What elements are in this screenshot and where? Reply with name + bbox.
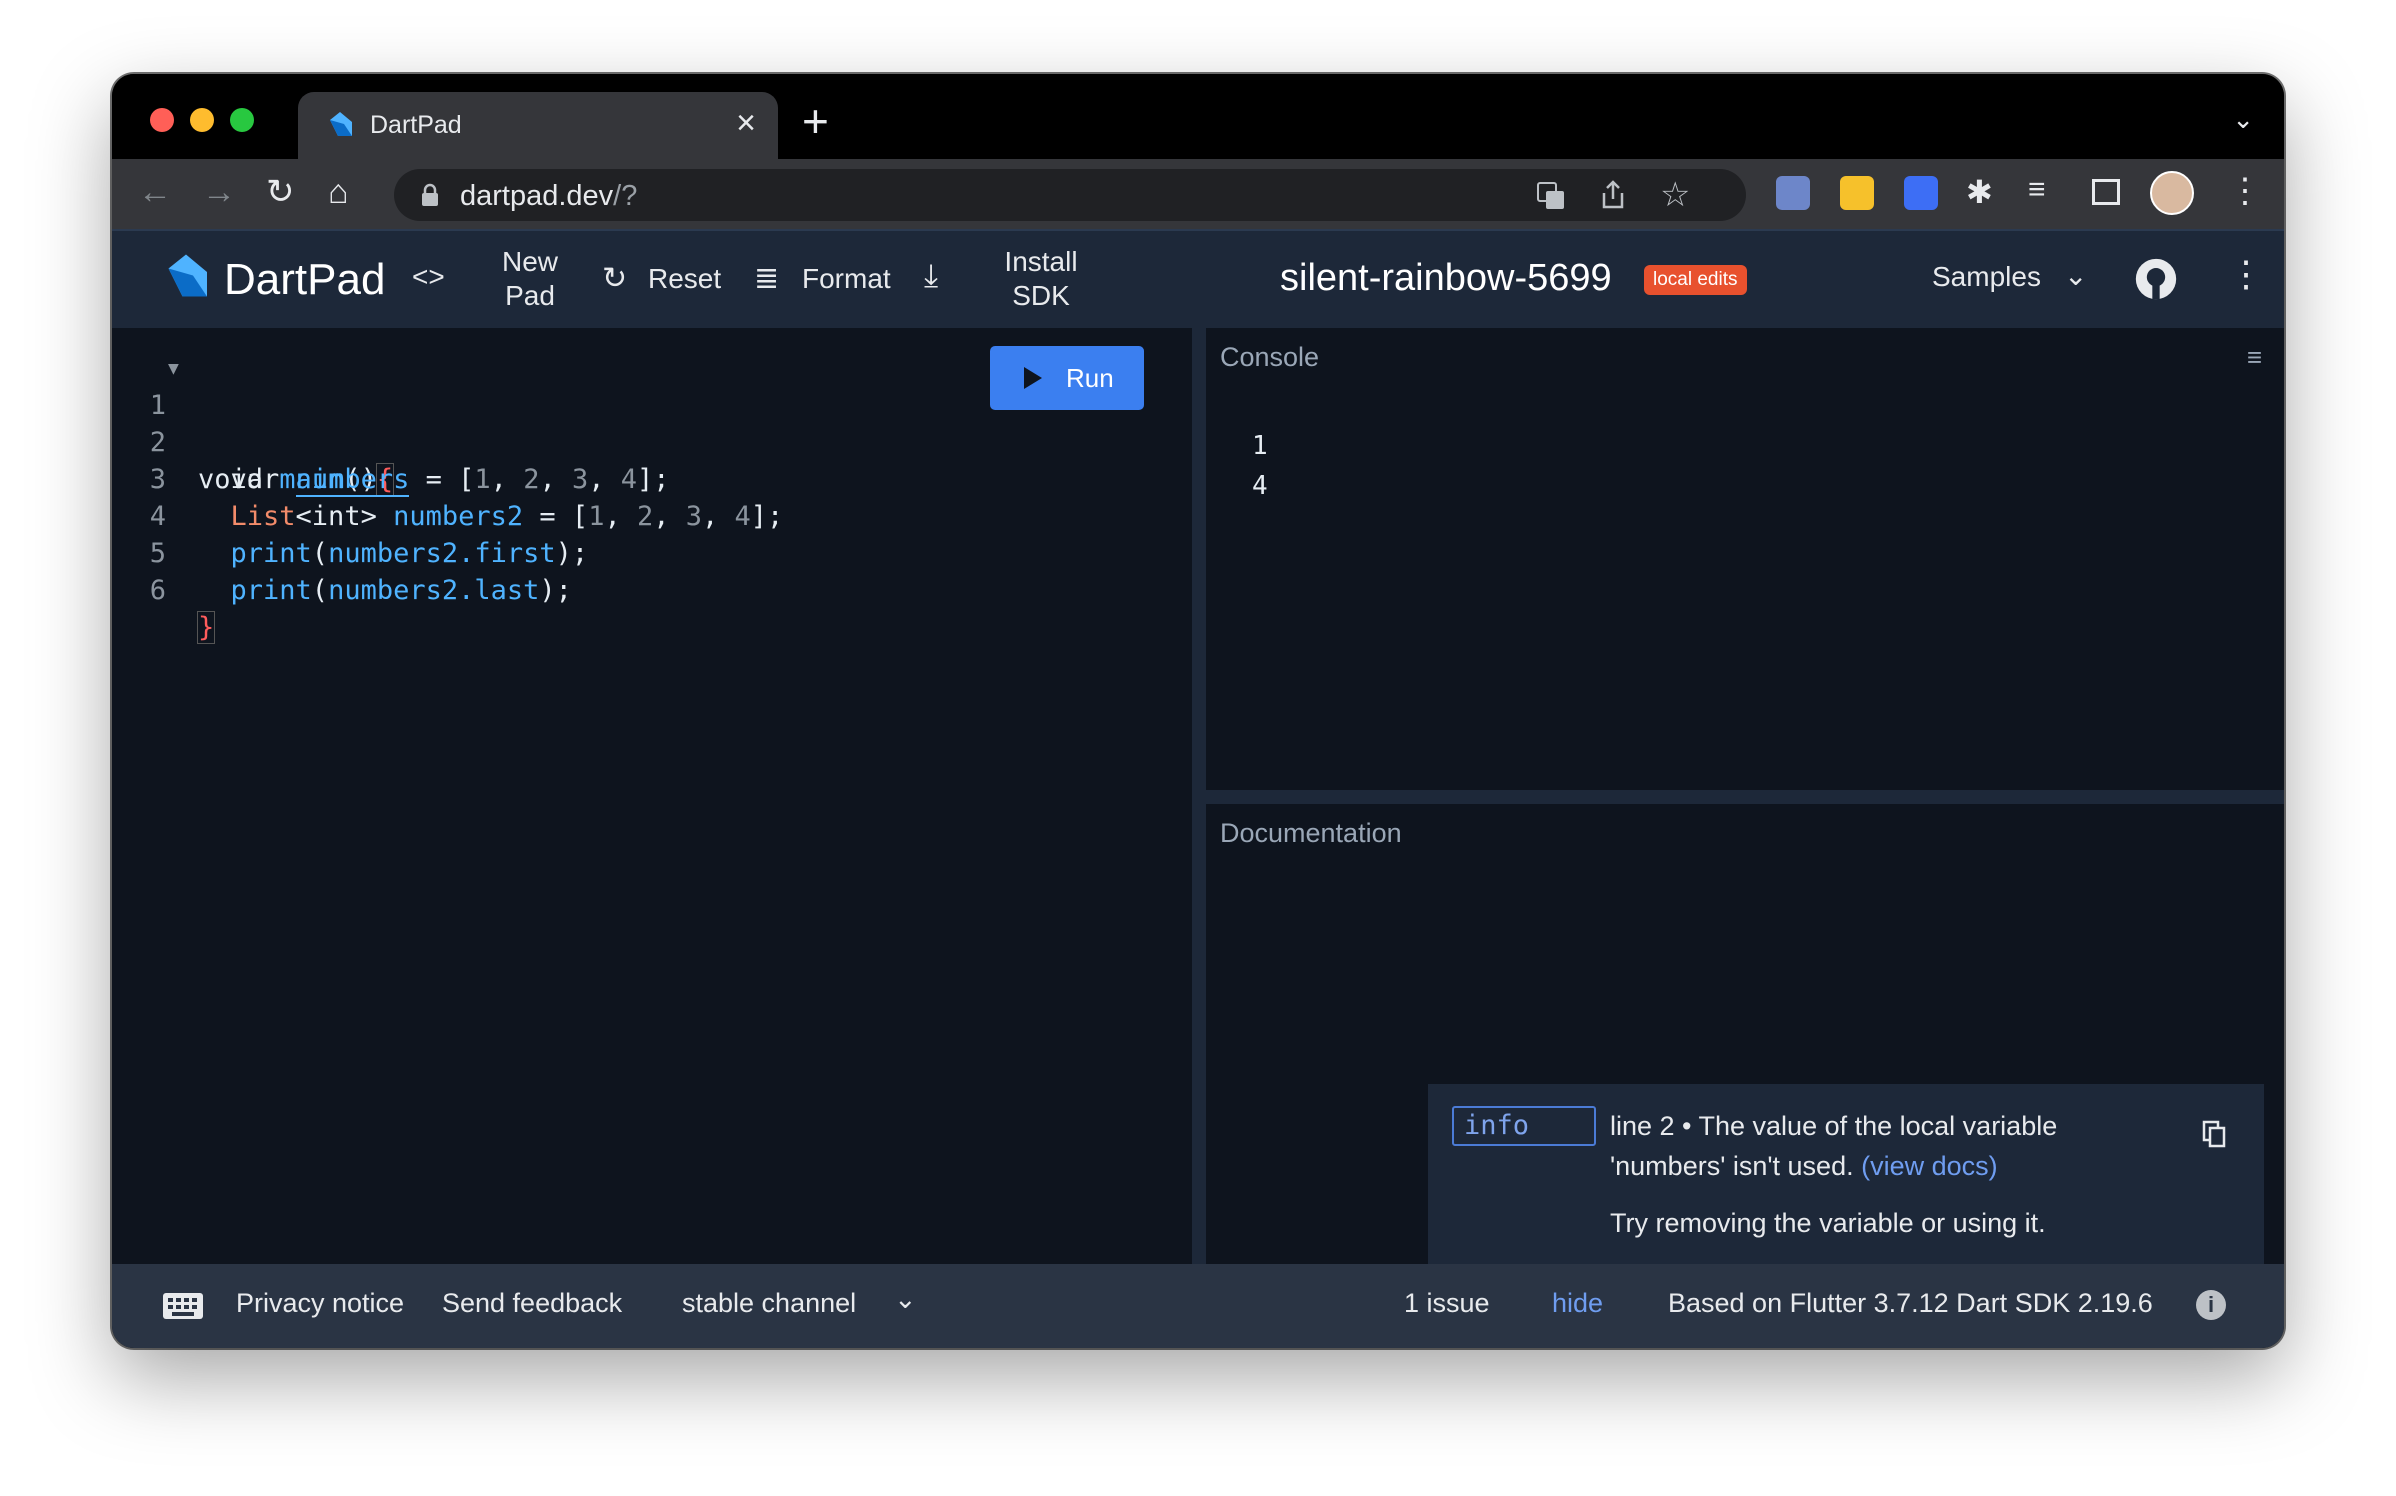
- status-bar: Privacy notice Send feedback stable chan…: [112, 1264, 2284, 1348]
- back-icon[interactable]: ←: [138, 172, 172, 212]
- install-sdk-button[interactable]: Install SDK: [986, 245, 1096, 313]
- info-icon[interactable]: i: [2196, 1290, 2226, 1320]
- reload-icon[interactable]: ↻: [266, 172, 295, 212]
- browser-menu-icon[interactable]: ⋮: [2228, 171, 2262, 211]
- sdk-version: Based on Flutter 3.7.12 Dart SDK 2.19.6: [1668, 1288, 2153, 1318]
- reading-list-icon[interactable]: ≡: [2028, 173, 2046, 207]
- console-panel: Console ≡ 1 4: [1206, 328, 2284, 790]
- github-icon[interactable]: [2134, 257, 2178, 301]
- side-panel-icon[interactable]: [2092, 179, 2120, 205]
- browser-window: DartPad × + ⌄ ← → ↻ ⌂ dartpad.dev/? ☆ ✱ …: [112, 74, 2284, 1348]
- copy-icon[interactable]: [2202, 1120, 2226, 1148]
- extension-keep-icon[interactable]: [1840, 176, 1874, 210]
- fold-arrow-icon[interactable]: ▼: [168, 350, 179, 387]
- code-line: 5 print(numbers2.last);: [149, 538, 572, 606]
- console-line: 1: [1252, 431, 1268, 461]
- issue-count[interactable]: 1 issue: [1404, 1288, 1490, 1319]
- issue-hint: Try removing the variable or using it.: [1610, 1208, 2046, 1238]
- reset-button[interactable]: ↻ Reset: [602, 261, 721, 296]
- app-menu-icon[interactable]: ⋮: [2228, 253, 2264, 295]
- translate-icon[interactable]: [1536, 181, 1566, 211]
- reset-icon: ↻: [602, 262, 628, 295]
- horizontal-splitter[interactable]: [1206, 790, 2284, 804]
- documentation-title: Documentation: [1220, 818, 1402, 848]
- privacy-notice-link[interactable]: Privacy notice: [236, 1288, 404, 1319]
- code-line: 1 ▼ void main(){: [112, 350, 395, 496]
- tab-title: DartPad: [370, 111, 462, 139]
- vertical-splitter[interactable]: [1192, 328, 1206, 1264]
- download-icon[interactable]: ⤓: [924, 257, 938, 295]
- dart-logo-icon: [168, 254, 207, 297]
- samples-dropdown[interactable]: Samples ⌄: [1932, 260, 2087, 293]
- chevron-down-icon: ⌄: [2064, 260, 2088, 291]
- lock-icon: [422, 183, 438, 206]
- dart-favicon-icon: [330, 112, 352, 136]
- app-name: DartPad: [224, 255, 386, 304]
- code-editor[interactable]: 1 ▼ void main(){ 2 var numbers = [1, 2, …: [112, 328, 1192, 1264]
- forward-icon[interactable]: →: [202, 172, 236, 212]
- tab-strip: DartPad × + ⌄: [112, 74, 2284, 159]
- maximize-window-button[interactable]: [230, 108, 254, 132]
- new-pad-button[interactable]: New Pad: [490, 245, 570, 313]
- console-output: 1 4: [1252, 426, 1268, 506]
- code-line: 2 var numbers = [1, 2, 3, 4];: [149, 427, 670, 497]
- send-feedback-link[interactable]: Send feedback: [442, 1288, 622, 1319]
- url-text: dartpad.dev/?: [460, 180, 638, 212]
- embed-code-icon[interactable]: <>: [412, 261, 445, 293]
- new-tab-button[interactable]: +: [802, 98, 829, 144]
- issue-card: info line 2 • The value of the local var…: [1428, 1084, 2264, 1264]
- address-bar[interactable]: dartpad.dev/? ☆: [394, 169, 1746, 221]
- app-header: DartPad <> New Pad ↻ Reset ≣ Format ⤓ In…: [112, 229, 2284, 330]
- tab-close-icon[interactable]: ×: [736, 106, 756, 140]
- code-line: 4 print(numbers2.first);: [149, 501, 589, 569]
- format-button[interactable]: ≣ Format: [754, 261, 891, 296]
- local-edits-badge: local edits: [1644, 265, 1747, 295]
- issue-message: line 2 • The value of the local variable…: [1610, 1111, 2058, 1181]
- pad-name: silent-rainbow-5699: [1280, 257, 1612, 299]
- console-line: 4: [1252, 471, 1268, 501]
- close-window-button[interactable]: [150, 108, 174, 132]
- extension-blue-icon[interactable]: [1904, 176, 1938, 210]
- clear-console-icon[interactable]: ≡: [2247, 342, 2262, 373]
- extensions-puzzle-icon[interactable]: ✱: [1966, 173, 1993, 211]
- run-button[interactable]: Run: [990, 346, 1144, 410]
- bookmark-star-icon[interactable]: ☆: [1660, 175, 1690, 215]
- home-icon[interactable]: ⌂: [328, 172, 349, 212]
- channel-dropdown[interactable]: stable channel ⌄: [682, 1284, 917, 1319]
- documentation-panel: Documentation info line 2 • The value of…: [1206, 804, 2284, 1264]
- minimize-window-button[interactable]: [190, 108, 214, 132]
- view-docs-link[interactable]: (view docs): [1861, 1151, 1998, 1181]
- play-icon: [1024, 367, 1042, 389]
- extension-rainbow-icon[interactable]: [1776, 176, 1810, 210]
- tab-search-icon[interactable]: ⌄: [2232, 104, 2254, 135]
- format-icon: ≣: [754, 262, 780, 295]
- keyboard-icon[interactable]: [162, 1292, 204, 1320]
- unused-variable-underline: numbers: [295, 464, 410, 497]
- code-line: 3 List<int> numbers2 = [1, 2, 3, 4];: [149, 464, 784, 532]
- browser-tab-dartpad[interactable]: DartPad ×: [298, 92, 778, 159]
- browser-toolbar: ← → ↻ ⌂ dartpad.dev/? ☆ ✱ ≡ ⋮: [112, 159, 2284, 229]
- profile-avatar[interactable]: [2150, 171, 2194, 215]
- console-title: Console: [1220, 342, 1320, 372]
- code-line: 6 }: [149, 575, 216, 644]
- code-lines: 1 ▼ void main(){ 2 var numbers = [1, 2, …: [112, 350, 784, 644]
- issue-severity-tag: info: [1452, 1106, 1596, 1146]
- hide-issues-link[interactable]: hide: [1552, 1288, 1603, 1319]
- chevron-down-icon: ⌄: [894, 1284, 917, 1314]
- share-icon[interactable]: [1600, 179, 1626, 211]
